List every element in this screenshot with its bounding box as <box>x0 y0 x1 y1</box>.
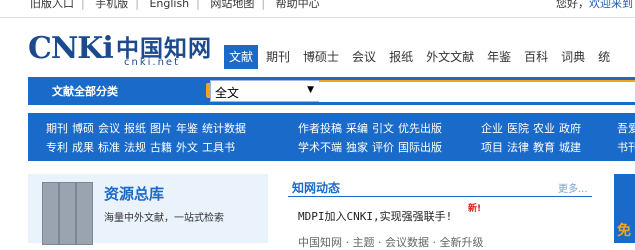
side-banner-text: 免 <box>617 223 631 239</box>
tab-dictionary[interactable]: 词典 <box>556 45 590 69</box>
nav-enterprise[interactable]: 企业 <box>481 122 503 135</box>
resource-library-title: 资源总库 <box>104 185 165 203</box>
news-item[interactable]: MDPI加入CNKI,实现强强联手! <box>298 208 452 224</box>
category-nav: 期刊 博硕 会议 报纸 图片 年鉴 统计数据 专利 成果 标准 法规 古籍 外文 工具书 作者投稿 采编引… <box>28 113 635 161</box>
nav-statistics[interactable]: 统计数据 <box>202 122 246 135</box>
search-bar: 文献全部分类 ▼ 全文 ▼ <box>28 77 635 105</box>
mobile-link[interactable]: 手机版 <box>95 0 128 11</box>
tab-yearbooks[interactable]: 年鉴 <box>482 45 516 69</box>
nav-citations[interactable]: 引文 <box>372 122 394 135</box>
tab-statistics[interactable]: 统 <box>593 45 615 69</box>
tab-journals[interactable]: 期刊 <box>261 45 295 69</box>
nav-yearbooks[interactable]: 年鉴 <box>176 122 198 135</box>
nav-international-publishing[interactable]: 国际出版 <box>398 141 442 154</box>
logo-en-text: CNKi <box>28 31 114 66</box>
resource-library-panel[interactable]: 资源总库 海量中外文献，一站式检索 <box>28 174 268 245</box>
resource-library-subtitle: 海量中外文献，一站式检索 <box>104 213 224 224</box>
industry-group: 企业 医院 农业 政府 项目 法律 教育 城建 <box>481 120 585 158</box>
news-item[interactable]: 中国知网 · 主题 · 会议数据 · 全新升级 <box>298 234 483 250</box>
nav-conferences[interactable]: 会议 <box>98 122 120 135</box>
nav-row: 企业 医院 农业 政府 <box>481 120 585 139</box>
category-label[interactable]: 文献全部分类 <box>52 83 118 99</box>
nav-images[interactable]: 图片 <box>150 122 172 135</box>
tab-encyclopedia[interactable]: 百科 <box>519 45 553 69</box>
top-utility-bar: 旧版入口 | 手机版 | English | 网站地图 | 帮助中心 您好，欢迎来到 <box>0 0 635 18</box>
nav-row: 书刊 <box>617 139 635 158</box>
nav-priority-publishing[interactable]: 优先出版 <box>398 122 442 135</box>
nav-agriculture[interactable]: 农业 <box>533 122 555 135</box>
nav-editing[interactable]: 采编 <box>346 122 368 135</box>
nav-row: 吾爱 <box>617 120 635 139</box>
book-spine <box>76 182 93 245</box>
nav-achievements[interactable]: 成果 <box>72 141 94 154</box>
book-spine <box>59 182 76 245</box>
nav-law[interactable]: 法律 <box>507 141 529 154</box>
cnki-logo[interactable]: CNKi 中国知网 cnki.net <box>28 27 218 71</box>
nav-evaluation[interactable]: 评价 <box>372 141 394 154</box>
nav-standards[interactable]: 标准 <box>98 141 120 154</box>
nav-journals[interactable]: 期刊 <box>46 122 68 135</box>
divider <box>288 196 592 197</box>
publishing-group: 作者投稿 采编 引文 优先出版 学术不端 独家 评价 国际出版 <box>298 120 446 158</box>
old-version-link[interactable]: 旧版入口 <box>30 0 74 11</box>
scope-value: 全文 <box>215 86 240 100</box>
divider: | <box>81 0 85 10</box>
resource-types-group: 期刊 博硕 会议 报纸 图片 年鉴 统计数据 专利 成果 标准 法规 古籍 外文 工具书 <box>46 120 250 158</box>
divider: | <box>196 0 200 10</box>
nav-reference-books[interactable]: 工具书 <box>202 141 235 154</box>
divider: | <box>135 0 139 10</box>
help-center-link[interactable]: 帮助中心 <box>276 0 320 11</box>
nav-patents[interactable]: 专利 <box>46 141 68 154</box>
database-tabs: 文献 期刊 博硕士 会议 报纸 外文文献 年鉴 百科 词典统 <box>224 45 618 69</box>
nav-extra-1[interactable]: 吾爱 <box>617 122 635 135</box>
nav-row: 作者投稿 采编 引文 优先出版 <box>298 120 446 139</box>
nav-academic-misconduct[interactable]: 学术不端 <box>298 141 342 154</box>
nav-government[interactable]: 政府 <box>559 122 581 135</box>
news-section-title: 知网动态 <box>292 181 341 195</box>
nav-extra-2[interactable]: 书刊 <box>617 141 635 154</box>
nav-exclusive[interactable]: 独家 <box>346 141 368 154</box>
nav-urban-construction[interactable]: 城建 <box>559 141 581 154</box>
nav-row: 期刊 博硕 会议 报纸 图片 年鉴 统计数据 <box>46 120 250 139</box>
tab-conferences[interactable]: 会议 <box>347 45 381 69</box>
nav-author-submission[interactable]: 作者投稿 <box>298 122 342 135</box>
nav-ancient-books[interactable]: 古籍 <box>150 141 172 154</box>
tab-theses[interactable]: 博硕士 <box>298 45 344 69</box>
nav-row: 专利 成果 标准 法规 古籍 外文 工具书 <box>46 139 250 158</box>
welcome-text: 您好，欢迎来到 <box>556 0 633 11</box>
search-input[interactable] <box>319 80 635 102</box>
nav-row: 项目 法律 教育 城建 <box>481 139 585 158</box>
tab-newspapers[interactable]: 报纸 <box>384 45 418 69</box>
welcome-link[interactable]: 欢迎来到 <box>589 0 633 10</box>
greeting: 您好， <box>556 0 589 10</box>
tab-literature[interactable]: 文献 <box>224 45 259 69</box>
side-banner[interactable]: 免 <box>614 174 635 243</box>
tab-foreign-literature[interactable]: 外文文献 <box>421 45 479 69</box>
nav-education[interactable]: 教育 <box>533 141 555 154</box>
divider: | <box>261 0 266 10</box>
extra-group: 吾爱 书刊 <box>617 120 635 158</box>
nav-foreign[interactable]: 外文 <box>176 141 198 154</box>
english-link[interactable]: English <box>149 0 189 10</box>
search-scope-select[interactable]: 全文 ▼ <box>210 80 320 102</box>
top-links: 旧版入口 | 手机版 | English | 网站地图 | 帮助中心 <box>30 0 320 11</box>
nav-regulations[interactable]: 法规 <box>124 141 146 154</box>
nav-theses[interactable]: 博硕 <box>72 122 94 135</box>
new-badge: 新! <box>468 204 482 214</box>
nav-row: 学术不端 独家 评价 国际出版 <box>298 139 446 158</box>
nav-newspapers[interactable]: 报纸 <box>124 122 146 135</box>
nav-hospital[interactable]: 医院 <box>507 122 529 135</box>
dropdown-arrow-icon: ▼ <box>307 85 314 95</box>
sitemap-link[interactable]: 网站地图 <box>210 0 254 11</box>
more-link[interactable]: 更多... <box>558 180 588 195</box>
book-spine <box>42 182 59 245</box>
nav-projects[interactable]: 项目 <box>481 141 503 154</box>
logo-url-text: cnki.net <box>124 57 180 68</box>
